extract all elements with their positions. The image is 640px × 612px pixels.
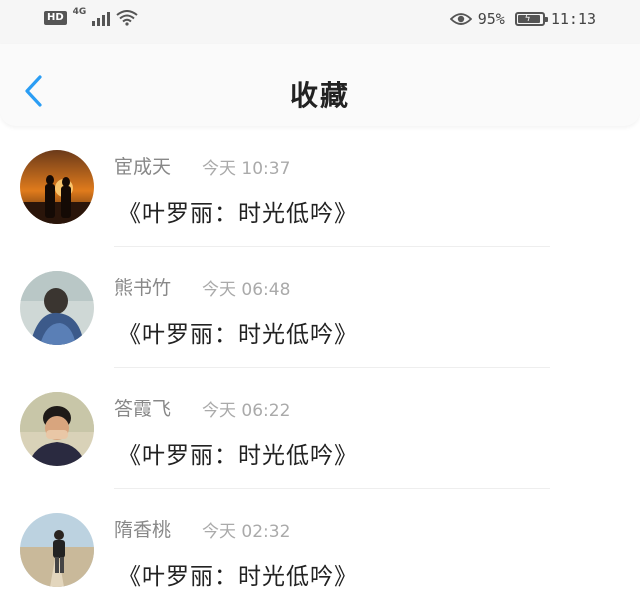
eye-icon [449,13,472,25]
favorites-list: 宦成天 今天 10:37 《叶罗丽：时光低吟》 熊书竹 今天 06:48 《叶罗… [0,126,640,610]
network-type: 4G [72,7,87,17]
sender-name: 熊书竹 [114,277,172,299]
nav-bar: 收藏 [0,44,640,126]
favorite-title: 《叶罗丽：时光低吟》 [118,443,358,469]
list-item[interactable]: 熊书竹 今天 06:48 《叶罗丽：时光低吟》 [0,247,640,368]
status-bar: HD 4G 95% ϟ 11:13 [0,0,640,44]
battery-percent: 95% [477,10,505,28]
avatar[interactable] [20,392,94,466]
sender-name: 宦成天 [114,156,172,178]
favorite-title: 《叶罗丽：时光低吟》 [118,564,358,590]
avatar[interactable] [20,513,94,587]
favorite-title: 《叶罗丽：时光低吟》 [118,201,358,227]
avatar[interactable] [20,150,94,224]
clock: 11:13 [550,10,596,28]
sender-name: 隋香桃 [114,519,172,541]
sender-name: 答霞飞 [114,398,172,420]
list-item[interactable]: 宦成天 今天 10:37 《叶罗丽：时光低吟》 [0,126,640,247]
timestamp: 今天 02:32 [202,522,291,542]
timestamp: 今天 10:37 [202,159,291,179]
status-bar-left: HD 4G [44,7,138,26]
list-item[interactable]: 答霞飞 今天 06:22 《叶罗丽：时光低吟》 [0,368,640,489]
status-bar-right: 95% ϟ 11:13 [449,10,596,28]
hd-badge: HD [44,11,67,25]
battery-icon: ϟ [514,12,548,26]
favorite-title: 《叶罗丽：时光低吟》 [118,322,358,348]
list-item[interactable]: 隋香桃 今天 02:32 《叶罗丽：时光低吟》 [0,489,640,610]
page-title: 收藏 [289,79,350,112]
wifi-icon [116,10,138,26]
timestamp: 今天 06:48 [202,280,291,300]
avatar[interactable] [20,271,94,345]
timestamp: 今天 06:22 [202,401,291,421]
signal-icon [92,10,111,26]
